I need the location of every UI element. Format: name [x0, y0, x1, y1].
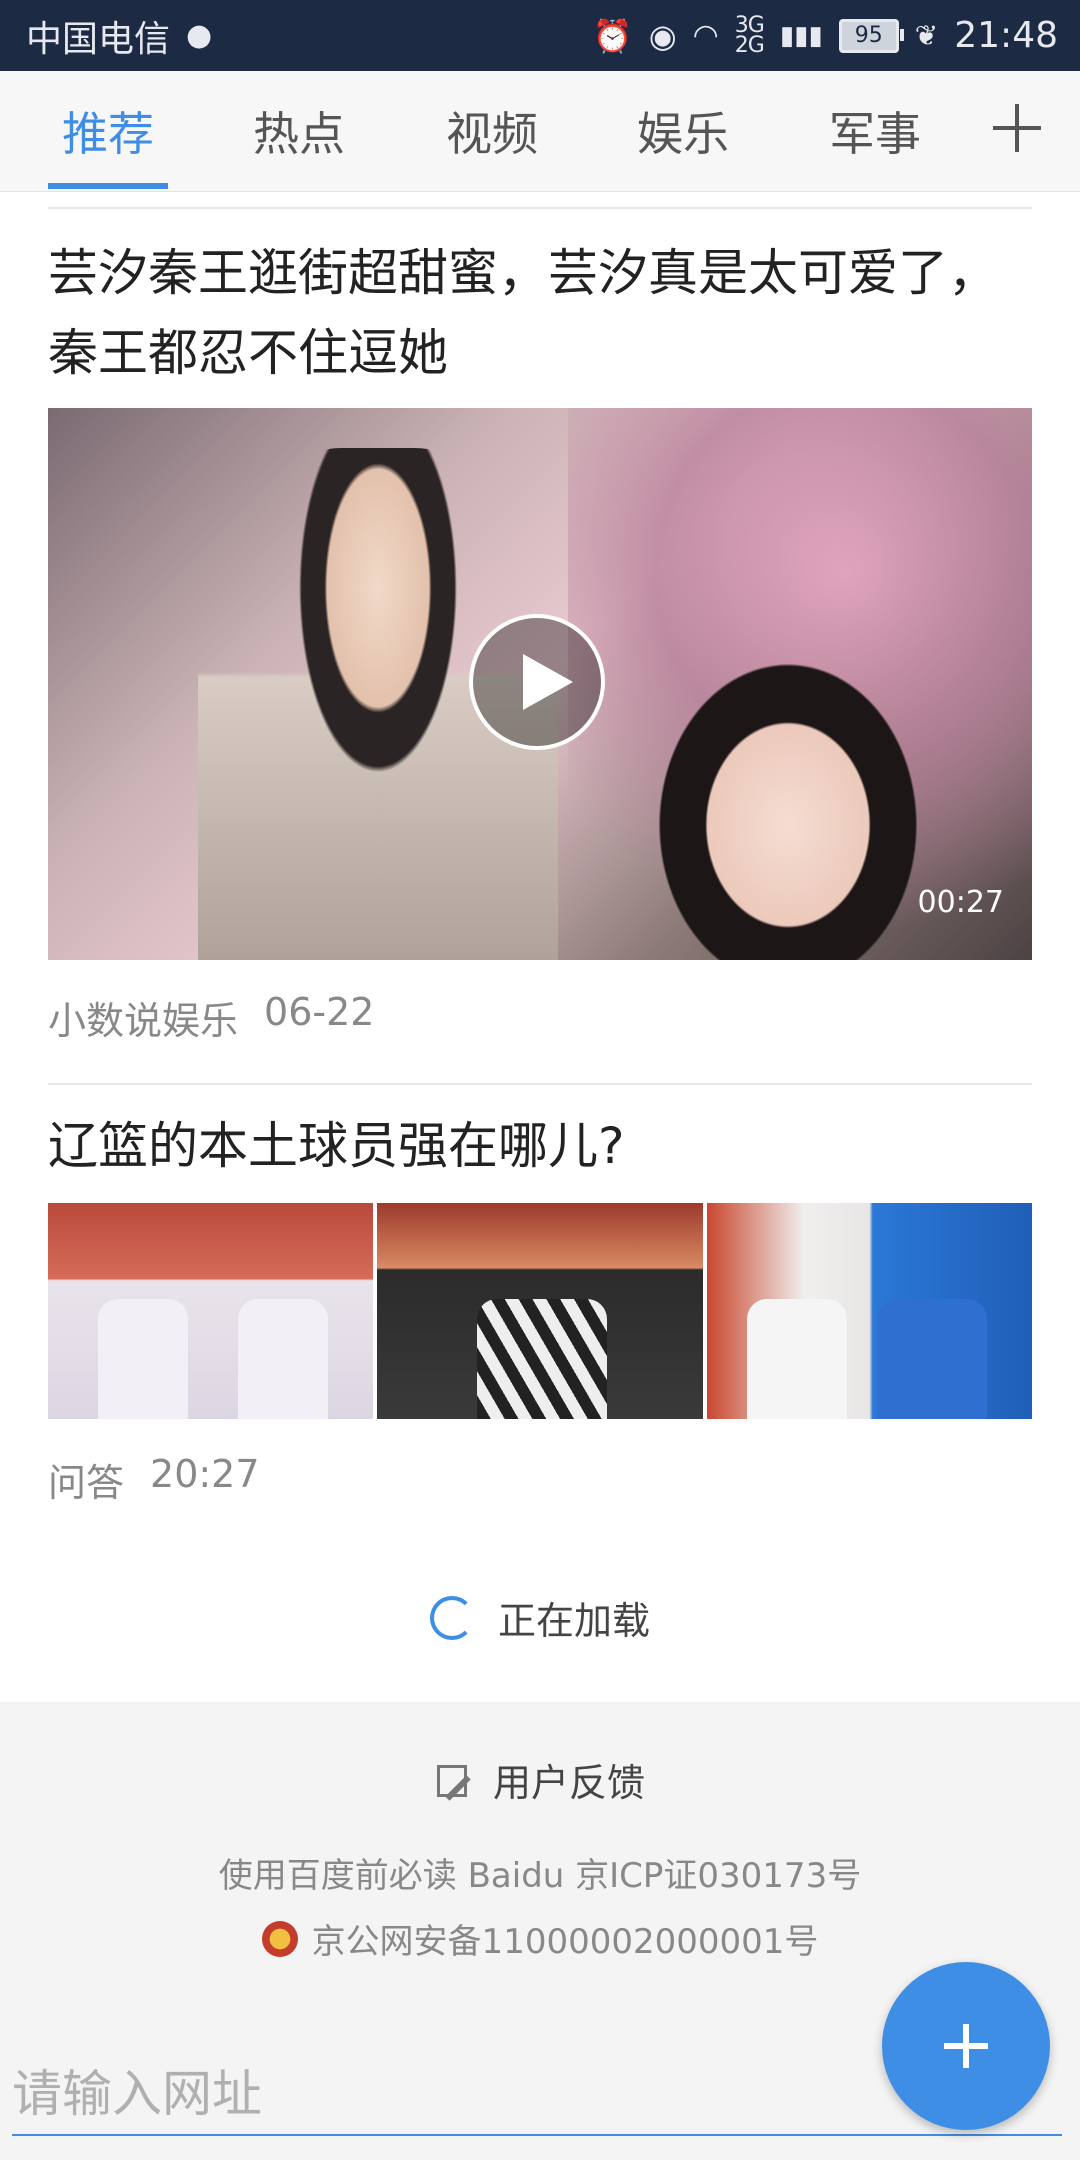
category-tabs: 推荐 热点 视频 娱乐 军事 [0, 71, 1080, 192]
player-figure [876, 1299, 987, 1419]
feed-item-title[interactable]: 辽篮的本土球员强在哪儿? [48, 1106, 1028, 1186]
video-duration: 00:27 [917, 885, 1004, 920]
feedback-link[interactable]: 用户反馈 [0, 1752, 1080, 1807]
feed-item-meta: 小数说娱乐 06-22 [48, 990, 374, 1045]
image-gallery[interactable] [48, 1203, 1032, 1419]
loading-text: 正在加载 [497, 1599, 650, 1643]
signal-icon: ▮▮▮ [779, 20, 823, 51]
feed-item-meta: 问答 20:27 [48, 1452, 260, 1507]
feed-divider [48, 207, 1032, 209]
gallery-image[interactable] [48, 1203, 374, 1419]
gallery-image[interactable] [377, 1203, 703, 1419]
player-figure [238, 1299, 328, 1419]
video-thumbnail[interactable]: 00:27 [48, 408, 1032, 960]
feed-item-source: 小数说娱乐 [48, 999, 239, 1043]
police-registration[interactable]: 京公网安备11000002000001号 [0, 1914, 1080, 1963]
gallery-image[interactable] [706, 1203, 1032, 1419]
player-figure [98, 1299, 188, 1419]
feed-divider [48, 1083, 1032, 1085]
eye-icon: ◉ [648, 16, 677, 55]
feed-item-date: 20:27 [150, 1452, 260, 1496]
feed-item-date: 06-22 [264, 990, 375, 1034]
feed-item-source: 问答 [48, 1461, 125, 1505]
tab-military[interactable]: 军事 [790, 71, 960, 191]
carrier-label: 中国电信 [26, 18, 171, 60]
loading-spinner-icon [429, 1595, 474, 1640]
add-button[interactable] [882, 1962, 1050, 2130]
legal-notice[interactable]: 使用百度前必读 Baidu 京ICP证030173号 [0, 1848, 1080, 1897]
leaf-icon: ❦ [914, 19, 939, 52]
network-indicator: 3G 2G [734, 12, 765, 58]
status-right: ⏰ ◉ ◠ 3G 2G ▮▮▮ 95 ❦ 21:48 [592, 12, 1058, 58]
wechat-icon: ● [186, 18, 213, 53]
feed-item-title[interactable]: 芸汐秦王逛街超甜蜜，芸汐真是太可爱了，秦王都忍不住逗她 [48, 233, 1028, 393]
active-tab-indicator [48, 183, 168, 189]
tab-hot[interactable]: 热点 [214, 71, 384, 191]
police-registration-text: 京公网安备11000002000001号 [311, 1922, 819, 1962]
add-channel-icon[interactable] [985, 93, 1055, 163]
alarm-icon: ⏰ [592, 16, 633, 55]
feedback-label: 用户反馈 [492, 1761, 645, 1805]
player-figure [746, 1299, 847, 1419]
status-left: 中国电信 ● [26, 10, 212, 62]
player-figure [477, 1299, 608, 1419]
battery-level: 95 [854, 23, 883, 48]
tab-recommend[interactable]: 推荐 [23, 71, 193, 191]
play-icon[interactable] [469, 614, 605, 750]
police-badge-icon [261, 1920, 298, 1957]
wifi-icon: ◠ [692, 18, 719, 53]
loading-indicator: 正在加载 [0, 1590, 1080, 1645]
clock: 21:48 [954, 15, 1058, 56]
edit-icon [435, 1761, 475, 1799]
tab-entertainment[interactable]: 娱乐 [598, 71, 768, 191]
battery-icon: 95 [838, 18, 904, 53]
tab-video[interactable]: 视频 [407, 71, 577, 191]
video-figure [638, 638, 938, 960]
status-bar: 中国电信 ● ⏰ ◉ ◠ 3G 2G ▮▮▮ 95 ❦ 21:48 [0, 0, 1080, 71]
